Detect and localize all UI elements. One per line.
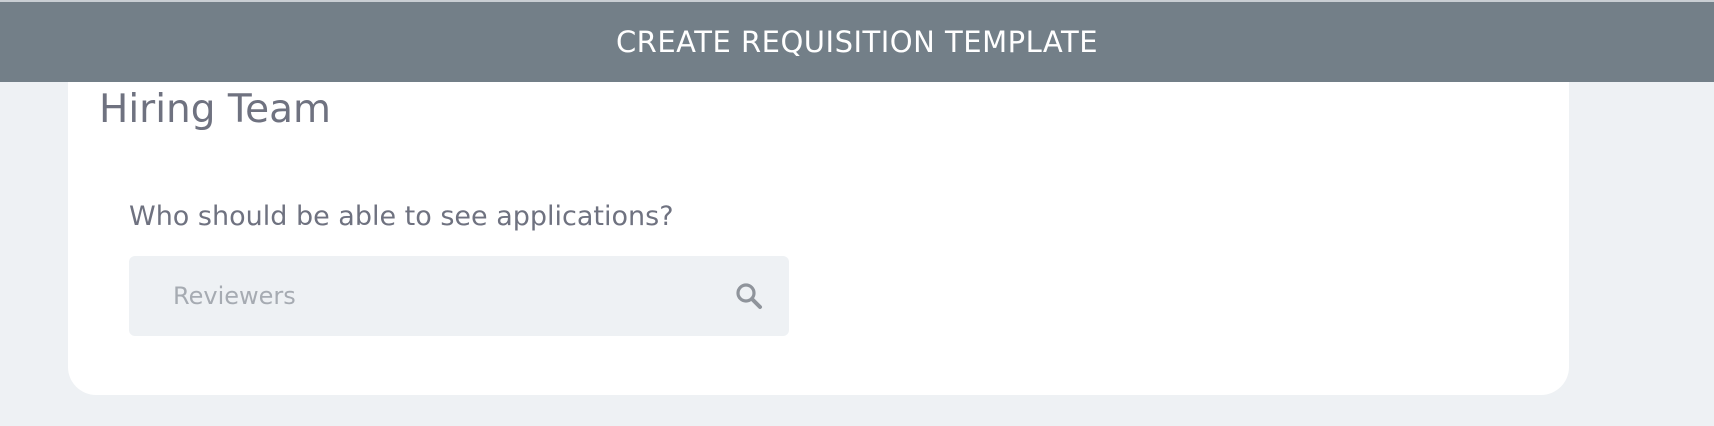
search-icon[interactable] bbox=[733, 280, 765, 312]
section-title: Hiring Team bbox=[99, 87, 331, 132]
reviewers-search-field[interactable] bbox=[129, 256, 789, 336]
page-title: CREATE REQUISITION TEMPLATE bbox=[615, 25, 1099, 59]
reviewers-input[interactable] bbox=[173, 276, 733, 316]
page-header: CREATE REQUISITION TEMPLATE bbox=[0, 2, 1714, 82]
reviewers-question-label: Who should be able to see applications? bbox=[129, 201, 674, 232]
